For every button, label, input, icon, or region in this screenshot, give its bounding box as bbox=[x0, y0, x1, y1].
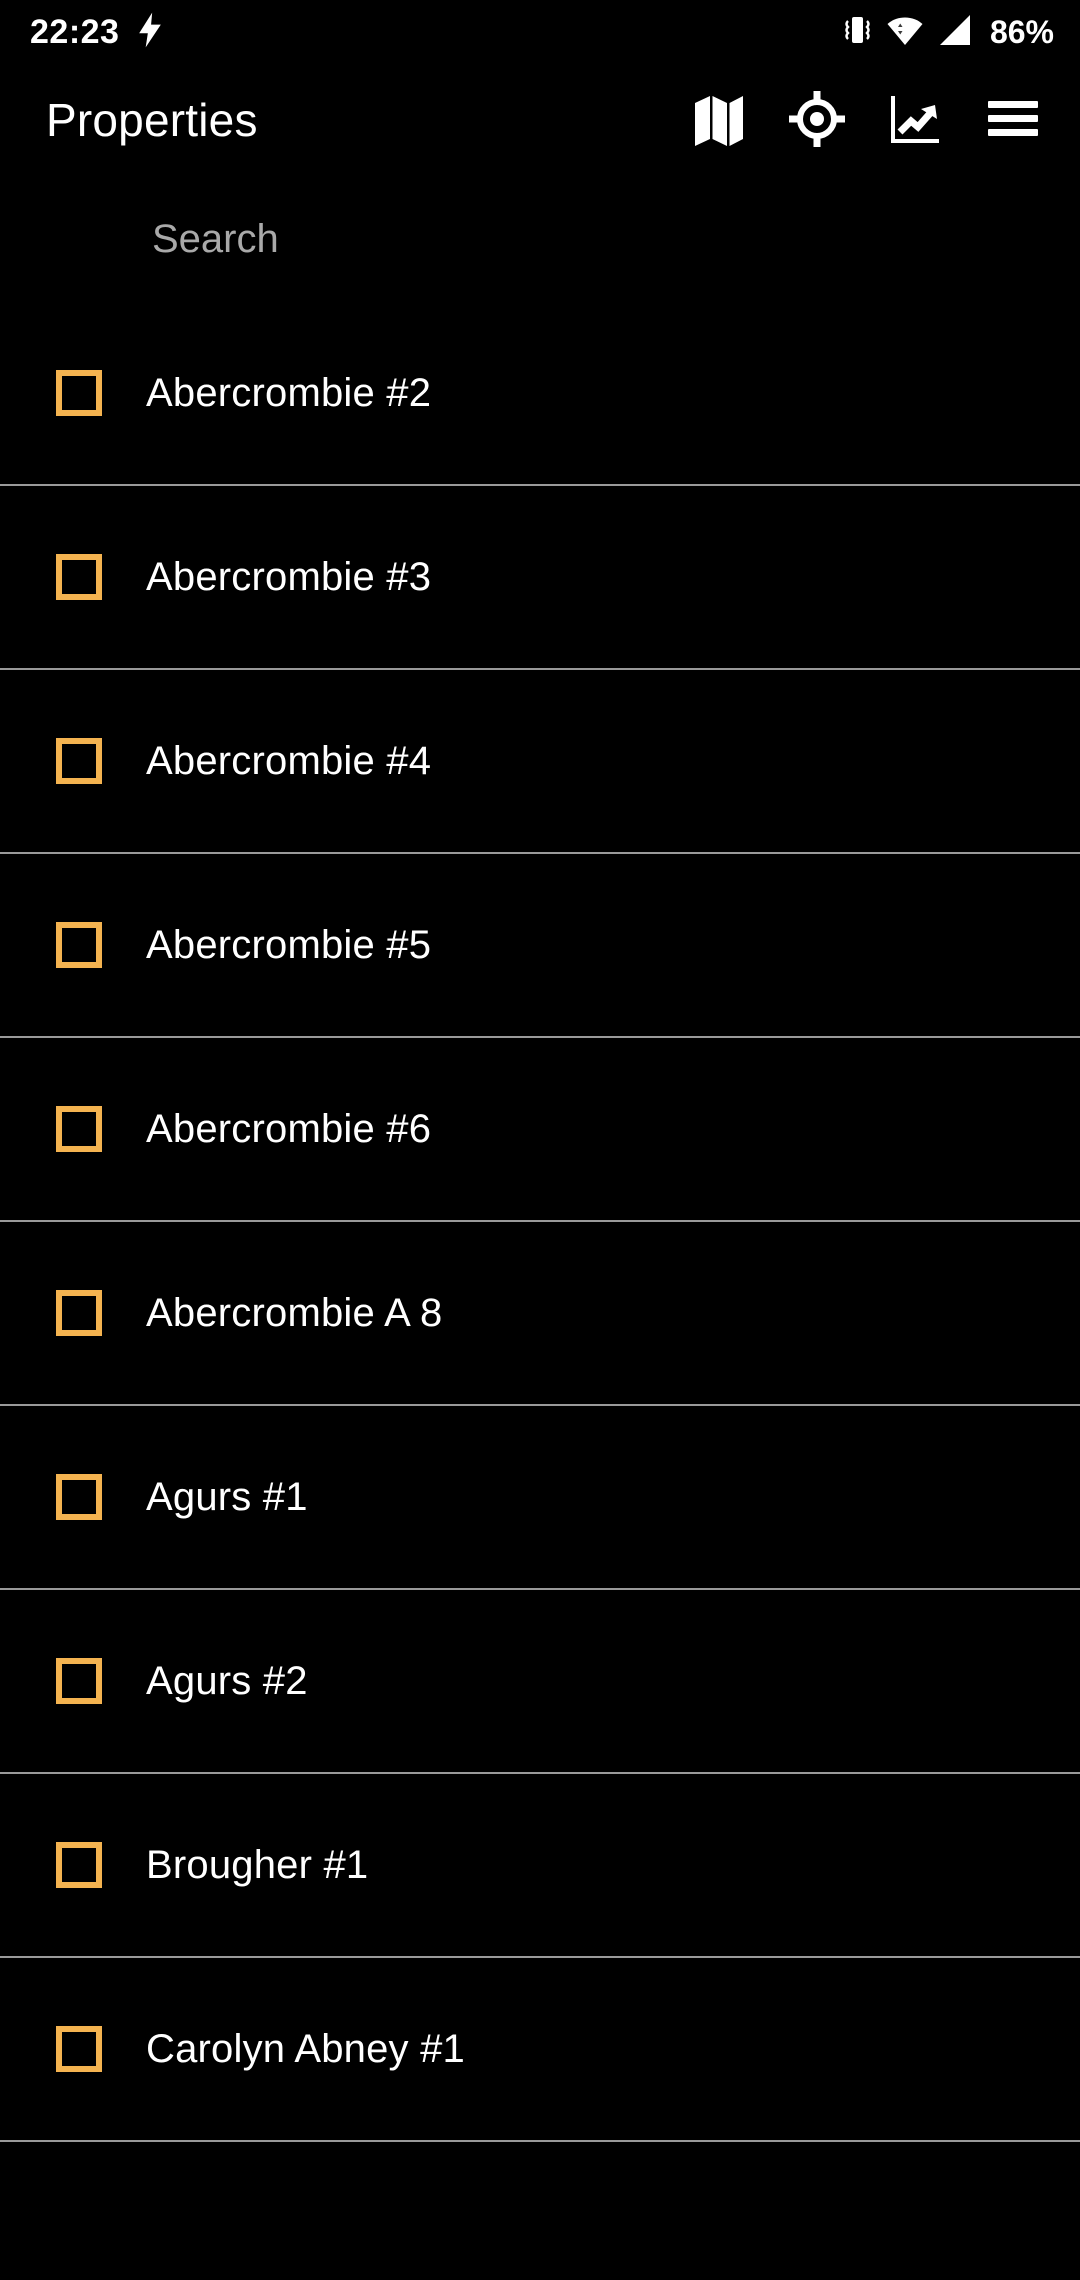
list-item[interactable]: Abercrombie #4 bbox=[0, 670, 1080, 854]
checkbox-unchecked-icon[interactable] bbox=[56, 1290, 102, 1336]
battery-percent-label: 86% bbox=[989, 13, 1054, 50]
wifi-icon bbox=[886, 14, 924, 51]
list-item[interactable]: Abercrombie #2 bbox=[0, 302, 1080, 486]
list-item[interactable]: Abercrombie #5 bbox=[0, 854, 1080, 1038]
checkbox-unchecked-icon[interactable] bbox=[56, 1474, 102, 1520]
list-item-label: Agurs #2 bbox=[146, 1658, 308, 1703]
list-item-label: Abercrombie #5 bbox=[146, 922, 432, 967]
list-item-label: Abercrombie #2 bbox=[146, 370, 432, 415]
cellular-signal-icon bbox=[937, 14, 973, 51]
chart-line-icon bbox=[887, 91, 943, 150]
chart-button[interactable] bbox=[866, 71, 964, 169]
checkbox-unchecked-icon[interactable] bbox=[56, 738, 102, 784]
gps-target-icon bbox=[789, 90, 845, 150]
list-item[interactable]: Abercrombie A 8 bbox=[0, 1222, 1080, 1406]
status-bar-right: 86% bbox=[841, 13, 1054, 52]
lightning-bolt-icon bbox=[137, 12, 163, 53]
list-item[interactable]: Agurs #1 bbox=[0, 1406, 1080, 1590]
list-item[interactable]: Brougher #1 bbox=[0, 1774, 1080, 1958]
checkbox-unchecked-icon[interactable] bbox=[56, 1842, 102, 1888]
list-item[interactable]: Abercrombie #3 bbox=[0, 486, 1080, 670]
list-item-label: Carolyn Abney #1 bbox=[146, 2026, 465, 2071]
property-list[interactable]: Abercrombie #2 Abercrombie #3 Abercrombie … bbox=[0, 302, 1080, 2280]
list-item[interactable]: Agurs #2 bbox=[0, 1590, 1080, 1774]
checkbox-unchecked-icon[interactable] bbox=[56, 1658, 102, 1704]
app-bar: Properties bbox=[0, 64, 1080, 176]
list-item-label: Abercrombie A 8 bbox=[146, 1290, 443, 1335]
status-bar-left: 22:23 bbox=[30, 12, 163, 53]
checkbox-unchecked-icon[interactable] bbox=[56, 554, 102, 600]
checkbox-unchecked-icon[interactable] bbox=[56, 2026, 102, 2072]
list-item-label: Abercrombie #3 bbox=[146, 554, 432, 599]
search-field-container[interactable] bbox=[0, 176, 1080, 302]
list-item[interactable]: Carolyn Abney #1 bbox=[0, 1958, 1080, 2142]
list-item-label: Brougher #1 bbox=[146, 1842, 369, 1887]
vibrate-icon bbox=[841, 13, 873, 52]
status-clock: 22:23 bbox=[30, 12, 120, 51]
checkbox-unchecked-icon[interactable] bbox=[56, 370, 102, 416]
gps-target-button[interactable] bbox=[768, 71, 866, 169]
list-item-label: Abercrombie #4 bbox=[146, 738, 432, 783]
list-item-label: Agurs #1 bbox=[146, 1474, 308, 1519]
list-item-label: Abercrombie #6 bbox=[146, 1106, 432, 1151]
search-input[interactable] bbox=[152, 216, 1034, 262]
list-item[interactable]: Abercrombie #6 bbox=[0, 1038, 1080, 1222]
status-bar: 22:23 86% bbox=[0, 0, 1080, 64]
checkbox-unchecked-icon[interactable] bbox=[56, 1106, 102, 1152]
hamburger-menu-icon bbox=[988, 99, 1038, 142]
menu-button[interactable] bbox=[964, 71, 1062, 169]
map-icon bbox=[691, 91, 747, 150]
app-bar-actions bbox=[670, 71, 1062, 169]
checkbox-unchecked-icon[interactable] bbox=[56, 922, 102, 968]
page-title: Properties bbox=[46, 94, 258, 146]
map-button[interactable] bbox=[670, 71, 768, 169]
